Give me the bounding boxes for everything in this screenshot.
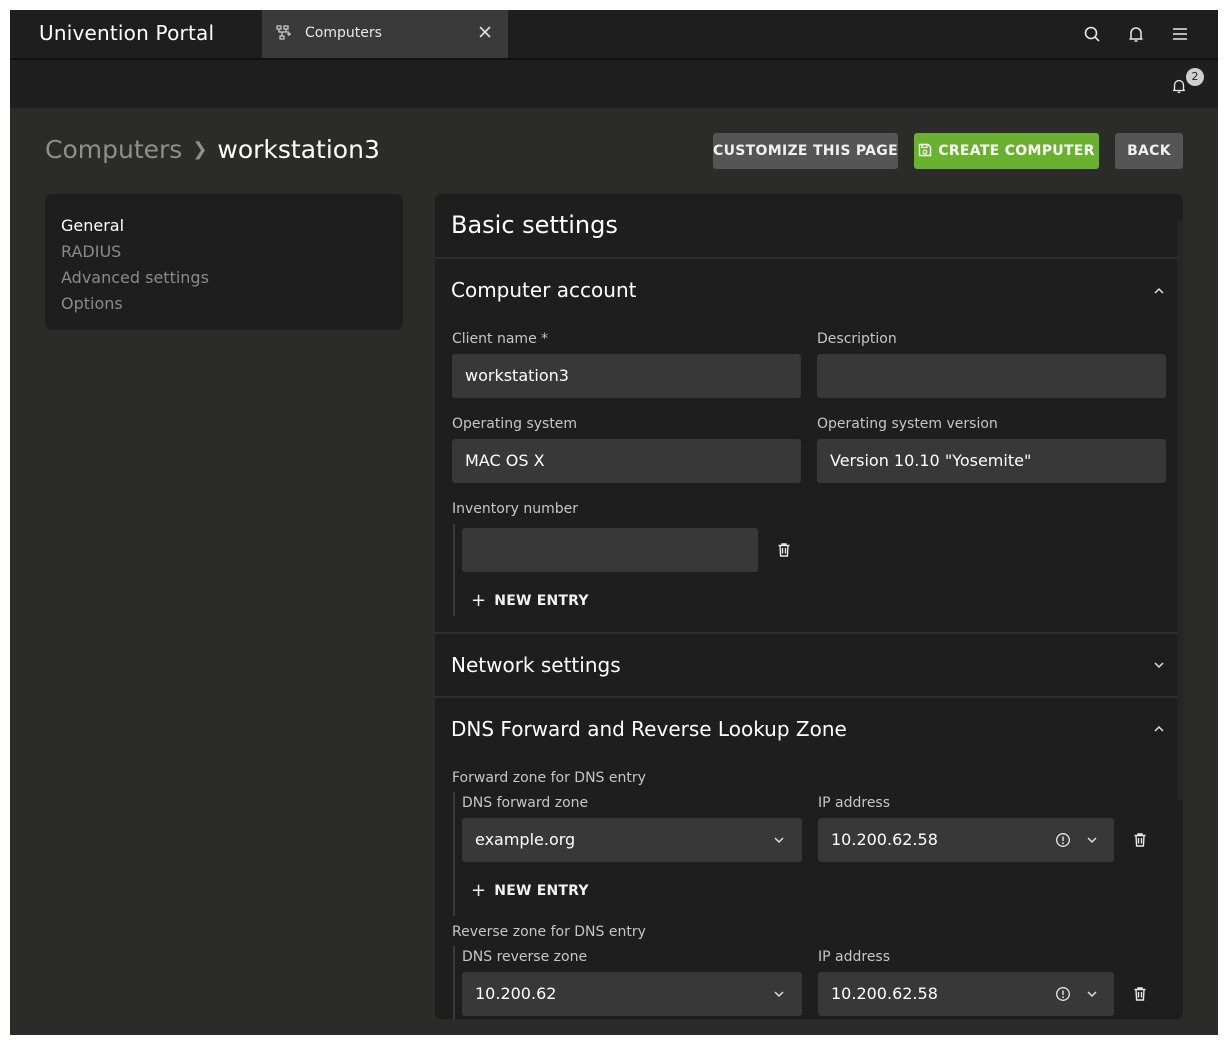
breadcrumb-current: workstation3 — [217, 135, 380, 164]
new-forward-zone-entry-button[interactable]: + NEW ENTRY — [471, 879, 589, 901]
portal-title[interactable]: Univention Portal — [39, 21, 214, 45]
chevron-down-icon — [774, 991, 784, 998]
network-icon — [276, 25, 291, 40]
save-icon — [919, 143, 932, 157]
create-computer-label: CREATE COMPUTER — [938, 143, 1095, 159]
description-input[interactable] — [817, 354, 1166, 398]
reverse-zone-group-label: Reverse zone for DNS entry — [452, 924, 646, 940]
reverse-ip-label: IP address — [818, 949, 891, 965]
group-line — [453, 946, 455, 1019]
tab-computers[interactable]: Computers — [262, 10, 508, 58]
nav-item-general[interactable]: General — [61, 216, 124, 235]
menu-icon[interactable] — [1170, 24, 1190, 44]
customize-page-button[interactable]: CUSTOMIZE THIS PAGE — [713, 133, 898, 169]
inventory-number-label: Inventory number — [452, 501, 578, 517]
dns-forward-zone-value: example.org — [475, 830, 576, 849]
trash-icon[interactable] — [1132, 986, 1148, 1002]
dns-zone-title[interactable]: DNS Forward and Reverse Lookup Zone — [451, 717, 847, 741]
dns-reverse-zone-label: DNS reverse zone — [462, 949, 588, 965]
divider — [435, 632, 1183, 634]
os-version-input[interactable]: Version 10.10 "Yosemite" — [817, 439, 1166, 483]
client-name-label: Client name * — [452, 331, 549, 347]
client-name-input[interactable]: workstation3 — [452, 354, 801, 398]
basic-settings-title: Basic settings — [451, 211, 618, 239]
new-entry-label: NEW ENTRY — [494, 593, 589, 609]
nav-item-radius[interactable]: RADIUS — [61, 242, 121, 261]
divider — [435, 696, 1183, 698]
group-line — [453, 792, 455, 916]
form-panel: Basic settings Computer account Client n… — [435, 194, 1183, 1019]
nav-item-advanced-settings[interactable]: Advanced settings — [61, 268, 209, 287]
new-entry-label: NEW ENTRY — [494, 883, 589, 899]
scrollbar[interactable] — [1177, 220, 1183, 800]
notification-count-badge: 2 — [1186, 68, 1204, 86]
notification-bar: 2 — [10, 60, 1218, 108]
trash-icon[interactable] — [776, 542, 792, 558]
breadcrumb-parent[interactable]: Computers — [45, 135, 182, 164]
reverse-ip-value: 10.200.62.58 — [831, 984, 938, 1003]
nav-item-options[interactable]: Options — [61, 294, 123, 313]
chevron-down-icon — [774, 837, 784, 844]
os-input[interactable]: MAC OS X — [452, 439, 801, 483]
os-version-label: Operating system version — [817, 416, 998, 432]
warning-info-icon — [1056, 833, 1070, 847]
os-label: Operating system — [452, 416, 578, 432]
chevron-up-icon[interactable] — [1152, 722, 1166, 736]
plus-icon: + — [471, 880, 487, 901]
trash-icon[interactable] — [1132, 832, 1148, 848]
create-computer-button[interactable]: CREATE COMPUTER — [914, 133, 1099, 169]
search-icon[interactable] — [1082, 24, 1102, 44]
chevron-down-icon[interactable] — [1152, 658, 1166, 672]
description-label: Description — [817, 331, 897, 347]
forward-zone-group-label: Forward zone for DNS entry — [452, 770, 646, 786]
section-nav: General RADIUS Advanced settings Options — [45, 194, 403, 330]
chevron-right-icon: ❯ — [192, 139, 208, 160]
chevron-down-icon — [1087, 837, 1097, 844]
forward-ip-value: 10.200.62.58 — [831, 830, 938, 849]
dns-reverse-zone-value: 10.200.62 — [475, 984, 557, 1003]
bell-icon[interactable] — [1126, 24, 1146, 44]
forward-ip-select[interactable]: 10.200.62.58 — [818, 818, 1114, 862]
computer-account-title[interactable]: Computer account — [451, 278, 636, 302]
forward-ip-label: IP address — [818, 795, 891, 811]
divider — [435, 257, 1183, 259]
network-settings-title[interactable]: Network settings — [451, 653, 621, 677]
chevron-up-icon[interactable] — [1152, 284, 1166, 298]
plus-icon: + — [471, 590, 487, 611]
reverse-ip-select[interactable]: 10.200.62.58 — [818, 972, 1114, 1016]
dns-reverse-zone-select[interactable]: 10.200.62 — [462, 972, 802, 1016]
chevron-down-icon — [1087, 991, 1097, 998]
notification-bell-icon[interactable] — [1170, 77, 1188, 95]
group-line — [453, 524, 455, 616]
portal-window: Univention Portal Computers 2 Computers … — [10, 10, 1218, 1035]
inventory-number-input[interactable] — [462, 528, 758, 572]
new-inventory-entry-button[interactable]: + NEW ENTRY — [471, 589, 589, 611]
close-icon[interactable] — [478, 25, 492, 39]
dns-forward-zone-select[interactable]: example.org — [462, 818, 802, 862]
top-bar: Univention Portal Computers — [10, 10, 1218, 60]
breadcrumb: Computers ❯ workstation3 — [45, 135, 380, 164]
warning-info-icon — [1056, 987, 1070, 1001]
tab-label: Computers — [305, 25, 382, 41]
dns-forward-zone-label: DNS forward zone — [462, 795, 589, 811]
back-button[interactable]: BACK — [1115, 133, 1183, 169]
